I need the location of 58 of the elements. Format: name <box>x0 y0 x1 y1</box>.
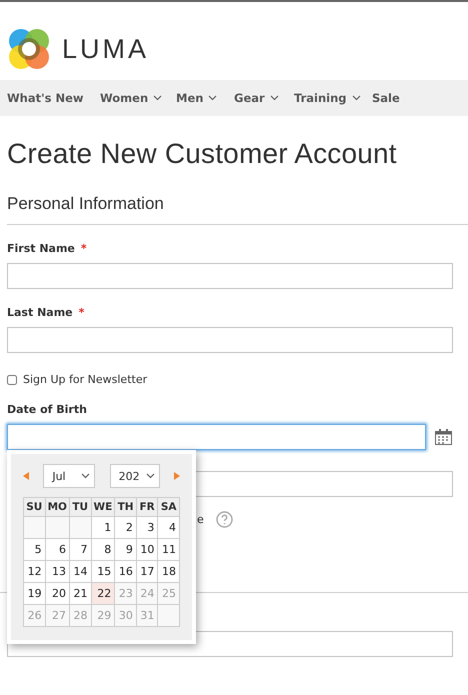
weekday-header: SU <box>24 498 46 516</box>
day-cell[interactable]: 21 <box>69 582 92 604</box>
field-label: Last Name <box>7 306 73 319</box>
day-cell[interactable]: 1 <box>91 516 115 538</box>
nav-link[interactable]: Training <box>294 91 372 105</box>
weekday-header: FR <box>136 498 158 516</box>
day-cell[interactable]: 17 <box>136 560 158 582</box>
day-cell[interactable]: 16 <box>114 560 136 582</box>
section-heading: Personal Information <box>7 194 468 225</box>
day-cell[interactable]: 13 <box>45 560 70 582</box>
day-cell[interactable]: 18 <box>158 560 180 582</box>
day-cell[interactable]: 19 <box>24 582 46 604</box>
newsletter-checkbox[interactable] <box>7 374 17 384</box>
chevron-icon <box>81 473 90 479</box>
weekday-header: WE <box>91 498 115 516</box>
day-cell[interactable]: 11 <box>158 538 180 560</box>
weekday-header: TU <box>69 498 92 516</box>
day-cell[interactable]: 20 <box>45 582 70 604</box>
field-label: Date of Birth <box>7 403 87 416</box>
weekday-header: SA <box>158 498 180 516</box>
month-select[interactable]: Jul <box>43 464 96 488</box>
day-cell[interactable]: 10 <box>136 538 158 560</box>
date-field[interactable] <box>7 424 426 450</box>
day-cell[interactable]: 4 <box>158 516 180 538</box>
weekday-header: TH <box>114 498 136 516</box>
previous-month-icon[interactable] <box>23 472 29 480</box>
day-cell[interactable]: 6 <box>45 538 70 560</box>
day-cell[interactable]: 3 <box>136 516 158 538</box>
nav-link[interactable]: Women <box>100 91 176 105</box>
required-mark: * <box>80 242 87 255</box>
checkbox-label: Sign Up for Newsletter <box>23 373 148 386</box>
page-title: Create New Customer Account <box>7 138 398 170</box>
day-cell[interactable]: 22 <box>91 582 115 604</box>
day-cell[interactable]: 7 <box>69 538 92 560</box>
logo-text: LUMA <box>62 34 150 64</box>
chevron-icon <box>146 473 155 479</box>
year-select[interactable]: 202 <box>110 464 160 488</box>
required-mark: * <box>78 306 84 319</box>
nav-link[interactable]: Sale <box>372 91 412 105</box>
day-cell[interactable]: 9 <box>114 538 136 560</box>
text-field[interactable] <box>7 327 453 353</box>
field-label: First Name <box>7 242 75 255</box>
day-cell[interactable]: 8 <box>91 538 115 560</box>
calendar-icon[interactable] <box>435 429 452 445</box>
weekday-header: MO <box>45 498 70 516</box>
day-cell[interactable]: 14 <box>69 560 92 582</box>
help-icon[interactable] <box>216 511 233 528</box>
day-cell[interactable]: 15 <box>91 560 115 582</box>
text-field[interactable] <box>7 263 453 289</box>
day-cell[interactable]: 12 <box>24 560 46 582</box>
label-text: e <box>197 513 204 526</box>
day-cell[interactable]: 5 <box>24 538 46 560</box>
nav-link[interactable]: Gear <box>234 91 294 105</box>
logo-icon <box>8 28 50 70</box>
nav-link[interactable]: What's New <box>7 91 100 105</box>
nav-link[interactable]: Men <box>176 91 234 105</box>
next-month-icon[interactable] <box>174 472 180 480</box>
day-cell[interactable]: 2 <box>114 516 136 538</box>
